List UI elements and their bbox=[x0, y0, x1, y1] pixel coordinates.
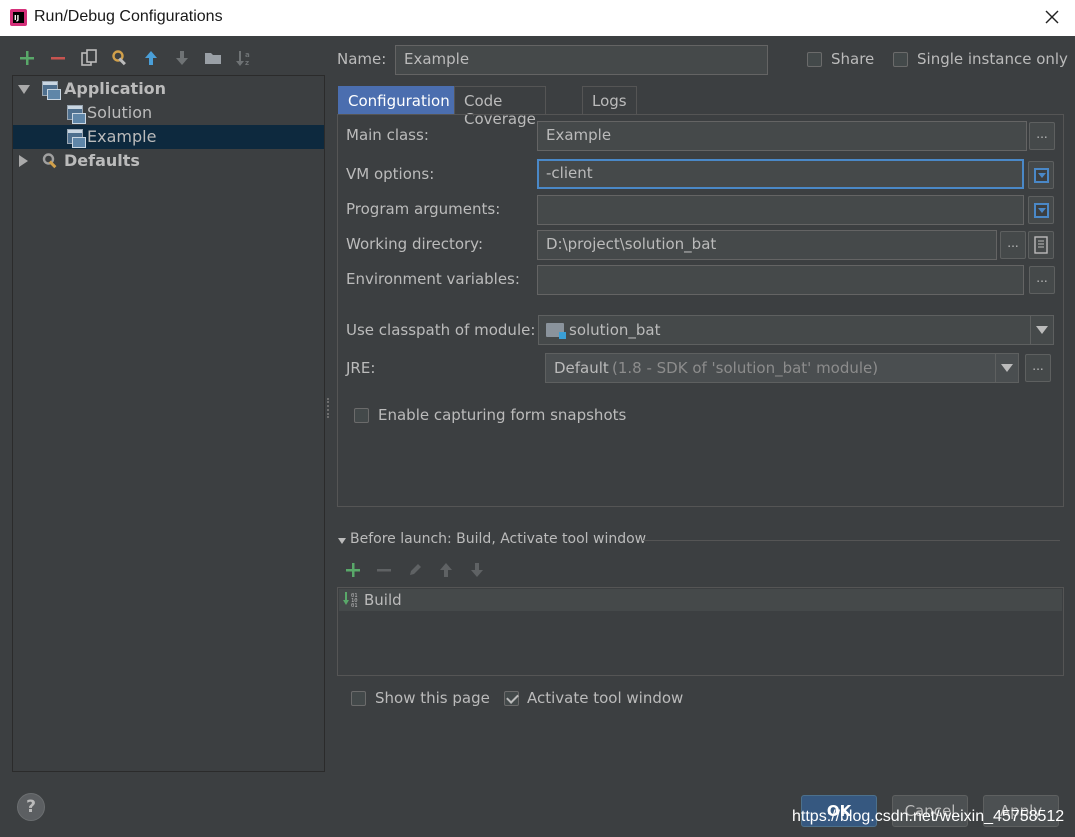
folder-icon[interactable] bbox=[202, 46, 224, 70]
config-toolbar: az bbox=[12, 46, 332, 72]
tab-logs[interactable]: Logs bbox=[582, 86, 637, 115]
tree-item-label: Example bbox=[87, 127, 157, 146]
working-directory-field[interactable]: D:\project\solution_bat bbox=[537, 230, 997, 260]
working-directory-browse-button[interactable]: ... bbox=[1000, 231, 1026, 259]
tree-item-label: Defaults bbox=[64, 151, 140, 170]
chevron-down-icon[interactable] bbox=[995, 354, 1018, 382]
list-item[interactable]: 01 10 01 Build bbox=[339, 589, 1062, 611]
document-icon bbox=[1034, 236, 1048, 254]
before-launch-toolbar bbox=[337, 558, 537, 584]
tab-code-coverage[interactable]: Code Coverage bbox=[454, 86, 546, 128]
module-folder-icon bbox=[546, 323, 566, 339]
tab-configuration[interactable]: Configuration bbox=[338, 86, 460, 115]
tree-item-defaults[interactable]: Defaults bbox=[13, 149, 324, 173]
vm-options-label: VM options: bbox=[346, 165, 435, 183]
application-icon bbox=[67, 105, 86, 124]
intellij-app-icon: IJ bbox=[10, 9, 27, 26]
tree-item-example[interactable]: Example bbox=[13, 125, 324, 149]
before-launch-list: 01 10 01 Build bbox=[337, 587, 1064, 676]
jre-select[interactable]: Default (1.8 - SDK of 'solution_bat' mod… bbox=[545, 353, 1019, 383]
application-icon bbox=[67, 129, 86, 148]
environment-variables-field[interactable] bbox=[537, 265, 1024, 295]
main-class-browse-button[interactable]: ... bbox=[1029, 122, 1055, 150]
chevron-right-icon[interactable] bbox=[19, 155, 28, 167]
svg-text:01: 01 bbox=[351, 603, 358, 609]
svg-text:z: z bbox=[245, 59, 249, 67]
main-class-label: Main class: bbox=[346, 126, 429, 144]
vm-options-expand-button[interactable] bbox=[1028, 161, 1054, 189]
move-task-down-icon[interactable] bbox=[466, 558, 488, 582]
working-directory-label: Working directory: bbox=[346, 235, 484, 253]
before-launch-header[interactable]: Before launch: Build, Activate tool wind… bbox=[337, 531, 1060, 550]
vm-options-field[interactable]: -client bbox=[537, 159, 1024, 189]
chevron-down-icon[interactable] bbox=[1030, 316, 1053, 344]
move-down-icon[interactable] bbox=[171, 46, 193, 70]
sort-icon[interactable]: az bbox=[233, 46, 255, 70]
classpath-module-select[interactable]: solution_bat bbox=[538, 315, 1054, 345]
program-arguments-field[interactable] bbox=[537, 195, 1024, 225]
configuration-tree: Application Solution Example Defaults bbox=[12, 75, 325, 772]
snapshots-checkbox[interactable] bbox=[354, 408, 369, 423]
build-icon: 01 10 01 bbox=[343, 592, 358, 609]
move-task-up-icon[interactable] bbox=[435, 558, 457, 582]
program-arguments-expand-button[interactable] bbox=[1028, 196, 1054, 224]
section-divider bbox=[643, 540, 1060, 541]
application-icon bbox=[42, 81, 61, 100]
chevron-down-icon[interactable] bbox=[18, 85, 30, 94]
tree-item-label: Application bbox=[64, 79, 167, 98]
close-icon[interactable] bbox=[1041, 6, 1063, 28]
tree-item-solution[interactable]: Solution bbox=[13, 101, 324, 125]
watermark-url: https://blog.csdn.net/weixin_45758512 bbox=[792, 808, 1065, 825]
activate-tool-window-label: Activate tool window bbox=[527, 689, 684, 707]
single-instance-label: Single instance only bbox=[917, 50, 1068, 68]
svg-text:IJ: IJ bbox=[14, 14, 19, 22]
jre-browse-button[interactable]: ... bbox=[1025, 354, 1051, 382]
environment-variables-label: Environment variables: bbox=[346, 270, 520, 288]
add-icon[interactable] bbox=[16, 46, 38, 70]
name-field[interactable]: Example bbox=[395, 45, 768, 75]
build-task-label: Build bbox=[364, 591, 402, 609]
title-bar: IJ Run/Debug Configurations bbox=[0, 0, 1075, 36]
add-task-icon[interactable] bbox=[342, 558, 364, 582]
show-page-label: Show this page bbox=[375, 689, 490, 707]
jre-label: JRE: bbox=[346, 359, 376, 377]
tree-item-application[interactable]: Application bbox=[13, 77, 324, 101]
before-launch-title: Before launch: Build, Activate tool wind… bbox=[350, 531, 647, 547]
svg-text:a: a bbox=[245, 51, 250, 59]
expand-icon bbox=[1034, 203, 1049, 218]
activate-tool-window-checkbox[interactable] bbox=[504, 691, 519, 706]
splitter-handle[interactable] bbox=[327, 398, 331, 418]
share-checkbox[interactable] bbox=[807, 52, 822, 67]
collapse-icon bbox=[338, 538, 346, 544]
edit-defaults-icon[interactable] bbox=[109, 46, 131, 70]
edit-task-icon[interactable] bbox=[404, 558, 426, 582]
remove-icon[interactable] bbox=[47, 46, 69, 70]
defaults-wrench-icon bbox=[42, 153, 57, 169]
jre-value: Default bbox=[554, 359, 609, 377]
move-up-icon[interactable] bbox=[140, 46, 162, 70]
classpath-module-label: Use classpath of module: bbox=[346, 321, 536, 339]
show-page-checkbox[interactable] bbox=[351, 691, 366, 706]
environment-variables-browse-button[interactable]: ... bbox=[1029, 266, 1055, 294]
help-button[interactable]: ? bbox=[17, 793, 45, 821]
copy-icon[interactable] bbox=[78, 46, 100, 70]
snapshots-label: Enable capturing form snapshots bbox=[378, 406, 627, 424]
expand-icon bbox=[1034, 168, 1049, 183]
window-title: Run/Debug Configurations bbox=[34, 8, 223, 25]
program-arguments-label: Program arguments: bbox=[346, 200, 501, 218]
remove-task-icon[interactable] bbox=[373, 558, 395, 582]
single-instance-checkbox[interactable] bbox=[893, 52, 908, 67]
share-label: Share bbox=[831, 50, 875, 68]
jre-hint: (1.8 - SDK of 'solution_bat' module) bbox=[612, 359, 879, 377]
tree-item-label: Solution bbox=[87, 103, 153, 122]
working-directory-macro-button[interactable] bbox=[1028, 231, 1054, 259]
classpath-module-value: solution_bat bbox=[569, 321, 661, 339]
main-class-field[interactable]: Example bbox=[537, 121, 1027, 151]
name-label: Name: bbox=[337, 50, 387, 68]
